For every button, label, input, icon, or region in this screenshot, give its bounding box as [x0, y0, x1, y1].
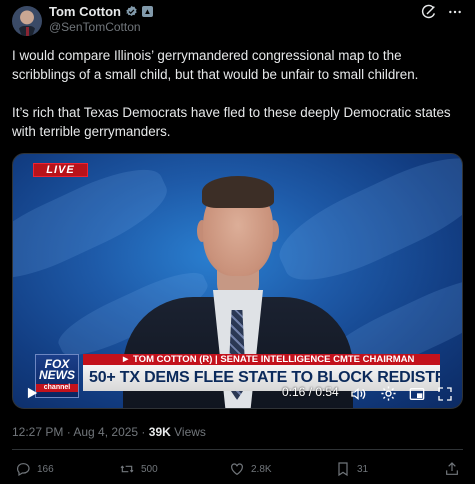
views-count: 39K [148, 425, 171, 439]
like-icon [231, 463, 243, 476]
repost-button[interactable]: 500 [119, 461, 158, 477]
government-badge-icon: ▲ [141, 6, 153, 17]
author-handle[interactable]: @SenTomCotton [49, 20, 141, 34]
author-name[interactable]: Tom Cotton [49, 4, 121, 19]
live-badge: LIVE [33, 163, 88, 177]
fullscreen-icon[interactable] [437, 386, 453, 402]
reply-icon [17, 463, 30, 477]
repost-icon [120, 465, 134, 473]
video-player[interactable]: LIVE ► TOM COTTON (R) | SENATE INTELLIGE… [12, 153, 463, 409]
views-label: Views [170, 425, 206, 439]
bookmark-icon [338, 462, 348, 477]
tweet-text: I would compare Illinois’ gerrymandered … [12, 46, 464, 160]
action-bar: 166 500 2.8K 31 [12, 461, 463, 481]
bookmark-count: 31 [357, 463, 369, 475]
avatar[interactable] [12, 6, 42, 36]
share-icon [446, 462, 458, 475]
like-button[interactable]: 2.8K [229, 461, 272, 477]
like-count: 2.8K [251, 463, 272, 475]
bookmark-button[interactable]: 31 [335, 461, 368, 477]
divider [12, 449, 463, 450]
more-icon[interactable] [447, 4, 463, 20]
timestamp[interactable]: 12:27 PM · Aug 4, 2025 · [12, 425, 149, 439]
repost-count: 500 [141, 463, 158, 475]
reply-count: 166 [37, 463, 54, 475]
play-icon[interactable] [25, 386, 39, 400]
verified-icon [126, 5, 137, 16]
tweet-card: Tom Cotton ▲ @SenTomCotton I would compa… [0, 0, 475, 484]
share-button[interactable] [444, 461, 460, 477]
tweet-meta: 12:27 PM · Aug 4, 2025 · 39K Views [12, 425, 206, 439]
pip-icon[interactable] [409, 386, 425, 402]
grok-icon[interactable] [421, 4, 437, 20]
tweet-paragraph: I would compare Illinois’ gerrymandered … [12, 48, 419, 82]
video-controls: 0:16 / 0:54 [13, 380, 462, 408]
author-row: Tom Cotton ▲ [49, 4, 153, 19]
chyron-top: ► TOM COTTON (R) | SENATE INTELLIGENCE C… [83, 354, 440, 365]
volume-icon[interactable] [350, 386, 366, 402]
settings-icon[interactable] [380, 385, 397, 402]
video-time: 0:16 / 0:54 [282, 385, 339, 399]
reply-button[interactable]: 166 [15, 461, 54, 477]
tweet-paragraph: It’s rich that Texas Democrats have fled… [12, 105, 451, 139]
